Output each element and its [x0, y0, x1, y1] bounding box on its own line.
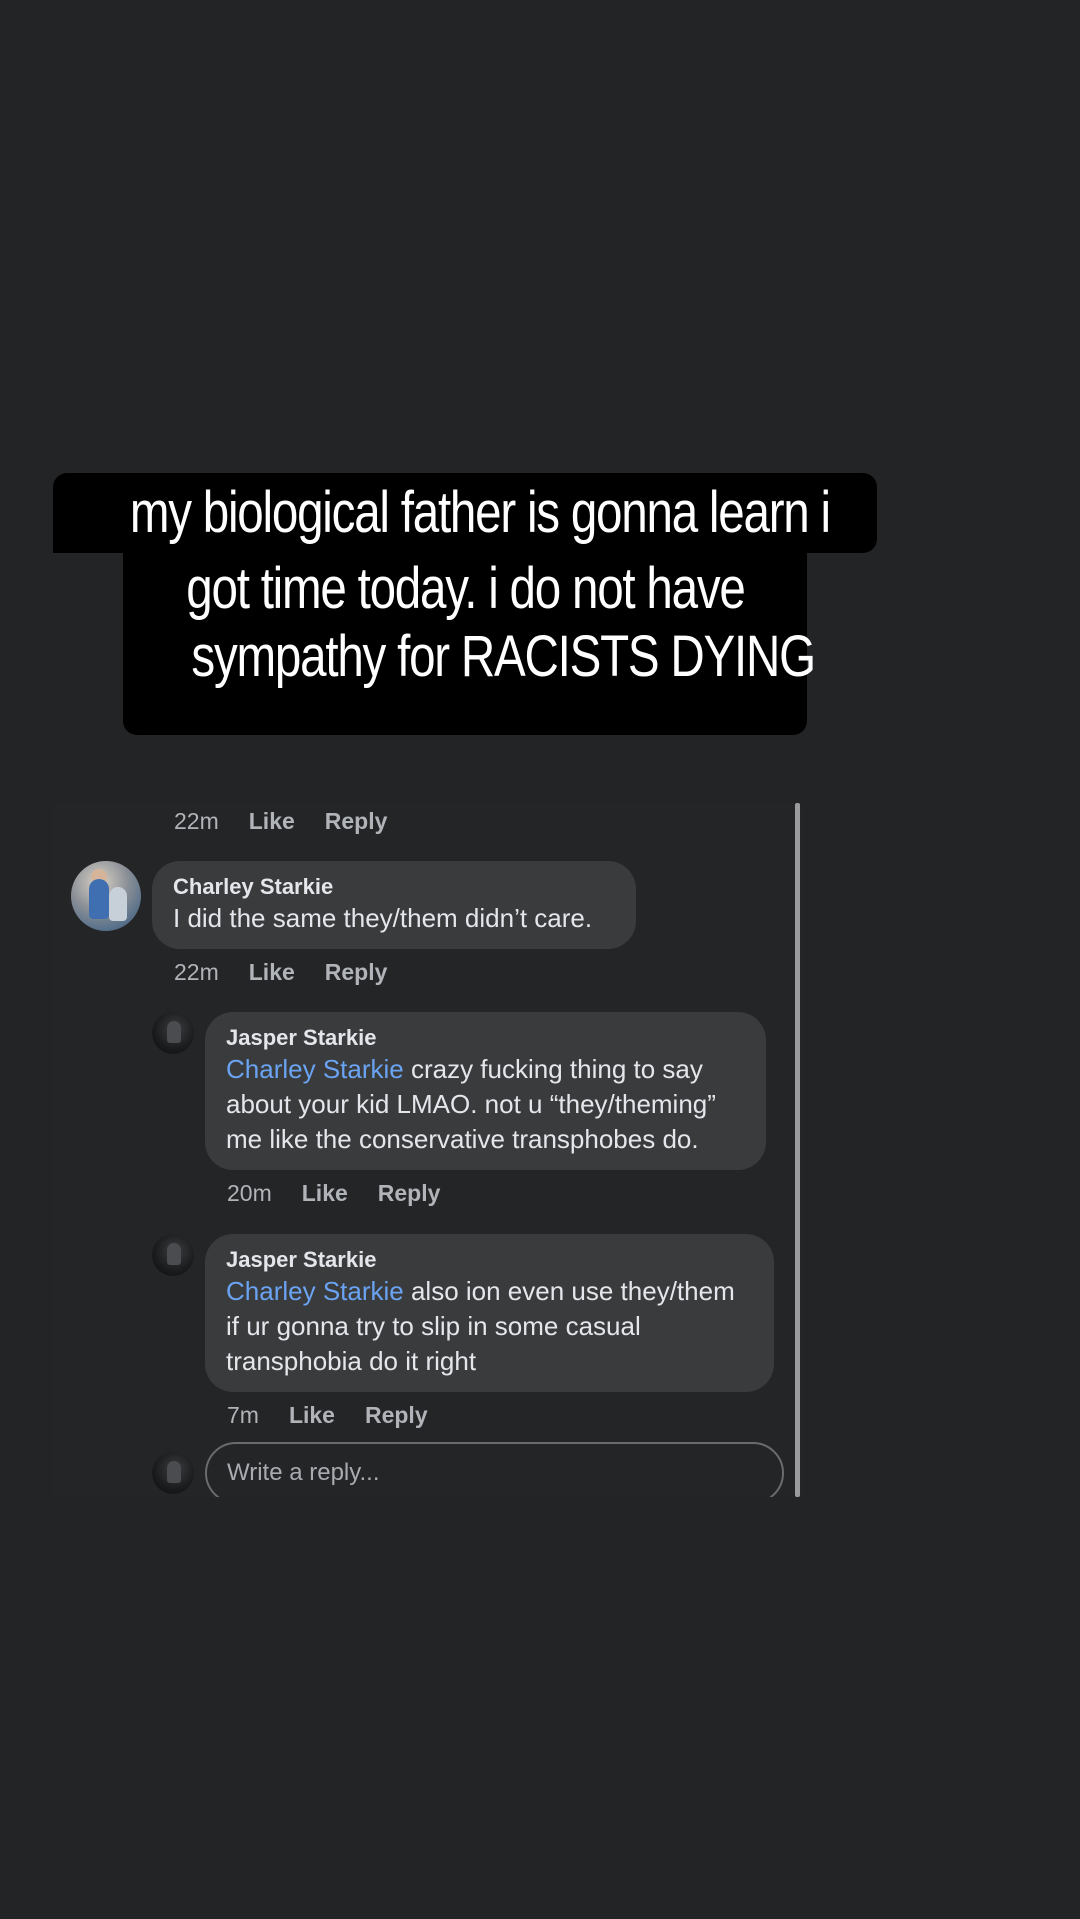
comment-meta-row: 7m Like Reply	[227, 1399, 428, 1431]
like-button[interactable]: Like	[302, 1180, 348, 1207]
like-button[interactable]: Like	[249, 808, 295, 835]
like-button[interactable]: Like	[249, 959, 295, 986]
panel-bottom-edge	[52, 1497, 812, 1517]
avatar-figure	[167, 1461, 181, 1483]
comment-bubble: Charley Starkie I did the same they/them…	[152, 861, 636, 949]
mention-link[interactable]: Charley Starkie	[226, 1054, 404, 1084]
avatar-figure	[89, 879, 109, 919]
like-button[interactable]: Like	[289, 1402, 335, 1429]
comment-text: I did the same they/them didn’t care.	[173, 903, 593, 933]
reply-button[interactable]: Reply	[378, 1180, 441, 1207]
caption-line-3: sympathy for RACISTS DYING	[123, 627, 816, 735]
avatar-figure	[167, 1021, 181, 1043]
comment-author[interactable]: Charley Starkie	[173, 873, 615, 901]
comment-timestamp: 22m	[174, 958, 219, 985]
reply-button[interactable]: Reply	[365, 1402, 428, 1429]
mention-link[interactable]: Charley Starkie	[226, 1276, 404, 1306]
comment-meta-row: 22m Like Reply	[174, 956, 387, 988]
comment-bubble: Jasper Starkie Charley Starkie crazy fuc…	[205, 1012, 766, 1170]
avatar-figure	[109, 887, 127, 921]
avatar[interactable]	[152, 1012, 194, 1054]
comment-author[interactable]: Jasper Starkie	[226, 1246, 753, 1274]
comment-meta-row: 20m Like Reply	[227, 1177, 440, 1209]
comment-meta-row: 22m Like Reply	[174, 805, 387, 837]
comment-timestamp: 22m	[174, 807, 219, 834]
avatar[interactable]	[71, 861, 141, 931]
comment-bubble: Jasper Starkie Charley Starkie also ion …	[205, 1234, 774, 1392]
reply-input[interactable]	[205, 1442, 784, 1504]
avatar-figure	[167, 1243, 181, 1265]
reply-button[interactable]: Reply	[325, 808, 388, 835]
reply-button[interactable]: Reply	[325, 959, 388, 986]
comment-timestamp: 20m	[227, 1179, 272, 1206]
comment-text: Charley Starkie crazy fucking thing to s…	[226, 1052, 745, 1157]
caption-line-2: got time today. i do not have	[123, 551, 807, 629]
comment-author[interactable]: Jasper Starkie	[226, 1024, 745, 1052]
caption-line-1: my biological father is gonna learn i	[53, 473, 877, 553]
avatar[interactable]	[152, 1234, 194, 1276]
avatar	[152, 1452, 194, 1494]
scrollbar[interactable]	[795, 803, 800, 1497]
comment-text: Charley Starkie also ion even use they/t…	[226, 1274, 753, 1379]
comment-timestamp: 7m	[227, 1401, 259, 1428]
